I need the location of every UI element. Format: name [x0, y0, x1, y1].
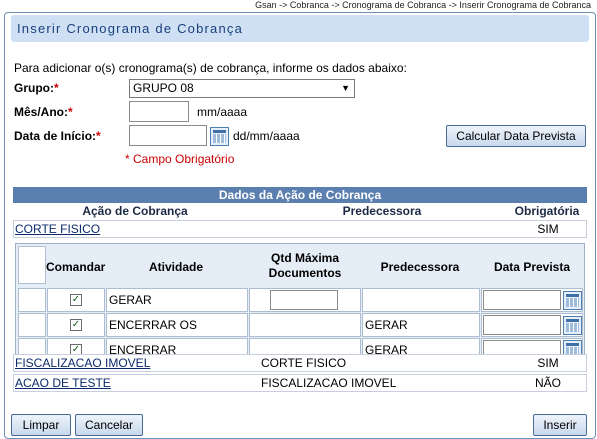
- header-blank-cell: [18, 246, 46, 284]
- predecessora-cell: GERAR: [362, 313, 480, 337]
- inserir-button[interactable]: Inserir: [533, 414, 587, 436]
- required-note: * Campo Obrigatório: [125, 152, 235, 166]
- table-row: ACAO DE TESTE FISCALIZACAO IMOVEL NÃO: [13, 374, 587, 392]
- header-obrigatoria: Obrigatória: [514, 204, 580, 218]
- data-inicio-hint: dd/mm/aaaa: [233, 129, 300, 143]
- data-prevista-input[interactable]: [483, 315, 561, 335]
- grupo-label: Grupo:: [14, 81, 54, 95]
- header-comandar: Comandar: [46, 260, 106, 274]
- atividade-cell: ENCERRAR OS: [106, 313, 248, 337]
- calendar-icon[interactable]: [563, 316, 582, 335]
- predecessora-cell: [362, 288, 480, 312]
- row-blank-cell: [18, 313, 46, 337]
- breadcrumb: Gsan -> Cobranca -> Cronograma de Cobran…: [255, 0, 591, 10]
- acao-obrigatoria: SIM: [537, 222, 559, 236]
- acao-link[interactable]: ACAO DE TESTE: [15, 376, 111, 390]
- header-data-prevista: Data Prevista: [493, 260, 571, 274]
- mes-ano-label: Mês/Ano:: [14, 105, 68, 119]
- limpar-button[interactable]: Limpar: [11, 414, 71, 436]
- section-header: Dados da Ação de Cobrança: [13, 187, 587, 203]
- calendar-icon[interactable]: [210, 127, 229, 146]
- chevron-down-icon: ▼: [341, 83, 350, 93]
- comandar-cell: ✓: [47, 313, 105, 337]
- intro-text: Para adicionar o(s) cronograma(s) de cob…: [14, 61, 407, 75]
- data-inicio-label-group: Data de Início:*: [14, 129, 101, 143]
- acao-predecessora: FISCALIZACAO IMOVEL: [261, 376, 397, 390]
- main-panel: Inserir Cronograma de Cobrança Para adic…: [4, 12, 596, 439]
- table-row: CORTE FISICO SIM: [13, 220, 587, 238]
- table-row: FISCALIZACAO IMOVEL CORTE FISICO SIM: [13, 354, 587, 372]
- qtd-cell: [249, 313, 361, 337]
- grupo-select[interactable]: GRUPO 08 ▼: [129, 79, 355, 98]
- header-atividade: Atividade: [148, 260, 203, 274]
- mes-ano-label-group: Mês/Ano:*: [14, 105, 73, 119]
- qtd-maxima-input[interactable]: [270, 290, 338, 310]
- comandar-checkbox[interactable]: ✓: [70, 319, 82, 331]
- calendar-icon[interactable]: [563, 291, 582, 310]
- grupo-label-group: Grupo:*: [14, 81, 59, 95]
- header-predecessora: Predecessora: [342, 204, 422, 218]
- required-mark: *: [54, 81, 59, 95]
- header-documentos: Documentos: [268, 266, 342, 280]
- data-inicio-label: Data de Início:: [14, 129, 97, 143]
- data-prevista-input[interactable]: [483, 290, 561, 310]
- comandar-cell: ✓: [47, 288, 105, 312]
- mes-ano-hint: mm/aaaa: [197, 105, 248, 119]
- header-predecessora-atividade: Predecessora: [380, 260, 460, 274]
- grupo-select-value: GRUPO 08: [133, 81, 194, 95]
- data-prevista-cell: [481, 313, 583, 337]
- page-title: Inserir Cronograma de Cobrança: [11, 15, 589, 42]
- acao-predecessora: CORTE FISICO: [261, 356, 347, 370]
- acao-link[interactable]: CORTE FISICO: [15, 222, 100, 236]
- comandar-checkbox[interactable]: ✓: [70, 294, 82, 306]
- data-prevista-cell: [481, 288, 583, 312]
- mes-ano-input[interactable]: [129, 101, 189, 122]
- calcular-data-prevista-button[interactable]: Calcular Data Prevista: [446, 125, 586, 147]
- data-inicio-input[interactable]: [129, 125, 207, 146]
- atividades-table: Comandar Atividade Qtd Máxima Documentos…: [15, 243, 585, 362]
- atividade-cell: GERAR: [106, 288, 248, 312]
- acao-link[interactable]: FISCALIZACAO IMOVEL: [15, 356, 150, 370]
- acao-obrigatoria: SIM: [537, 356, 559, 370]
- row-blank-cell: [18, 288, 46, 312]
- acao-obrigatoria: NÃO: [534, 376, 561, 390]
- required-mark: *: [68, 105, 73, 119]
- header-acao: Ação de Cobrança: [82, 204, 188, 218]
- cancelar-button[interactable]: Cancelar: [75, 414, 143, 436]
- required-mark: *: [96, 129, 101, 143]
- header-qtd-maxima: Qtd Máxima: [270, 251, 339, 265]
- qtd-cell: [249, 288, 361, 312]
